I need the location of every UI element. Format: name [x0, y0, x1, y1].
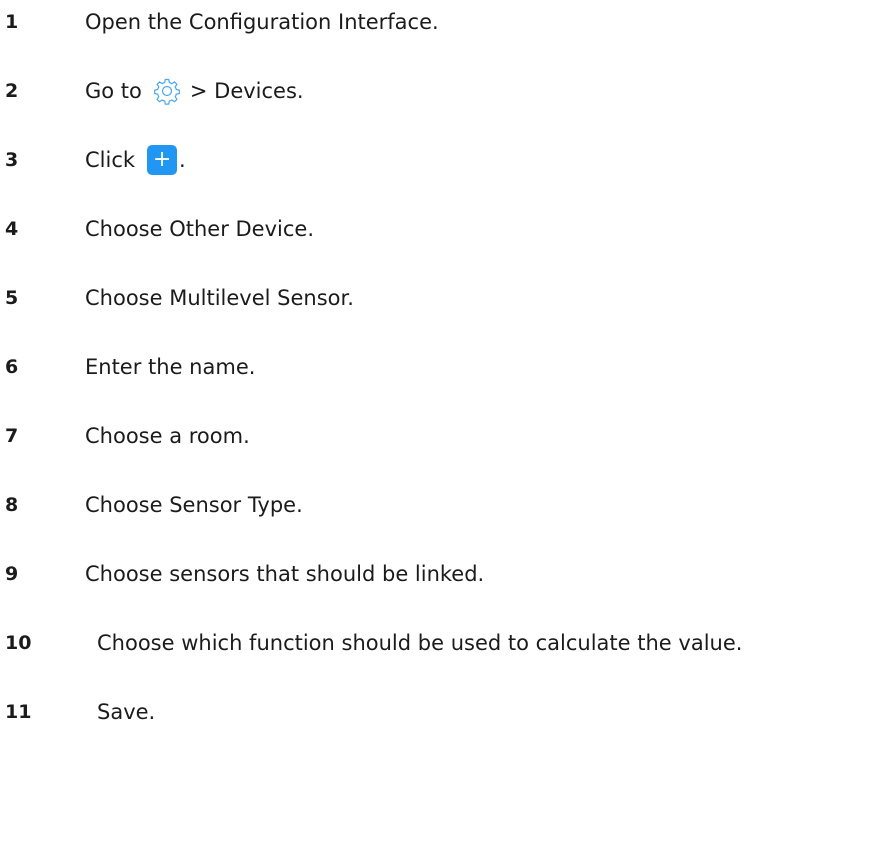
step-number: 4: [5, 218, 19, 240]
step-text: Choose sensors that should be linked.: [85, 562, 485, 586]
step-text: Choose a room.: [85, 424, 250, 448]
step-text: Choose Multilevel Sensor.: [85, 286, 354, 310]
step-number: 10: [5, 632, 32, 654]
plus-icon: +: [147, 145, 178, 175]
steps-list: 1 Open the Configuration Interface. 2 Go…: [0, 0, 894, 859]
step-number: 2: [5, 80, 19, 102]
step-text: Choose which function should be used to …: [97, 631, 743, 655]
step-text-before: Click: [85, 148, 136, 172]
step-text: Open the Configuration Interface.: [85, 10, 439, 34]
step-number: 8: [5, 494, 19, 516]
step-number: 7: [5, 425, 19, 447]
step-text: Go to > Devices.: [85, 71, 304, 111]
step-number: 3: [5, 149, 19, 171]
step-text: Save.: [97, 700, 156, 724]
step-text: Choose Sensor Type.: [85, 493, 303, 517]
step-text: Enter the name.: [85, 355, 256, 379]
step-number: 5: [5, 287, 19, 309]
step-number: 6: [5, 356, 19, 378]
step-number: 11: [5, 701, 32, 723]
gear-icon: [152, 76, 182, 106]
step-text: Click + .: [85, 140, 186, 180]
step-text: Choose Other Device.: [85, 217, 315, 241]
step-number: 9: [5, 563, 19, 585]
step-text-after: .: [179, 148, 186, 172]
step-number: 1: [5, 11, 19, 33]
step-text-before: Go to: [85, 79, 142, 103]
step-text-after: > Devices.: [189, 79, 304, 103]
